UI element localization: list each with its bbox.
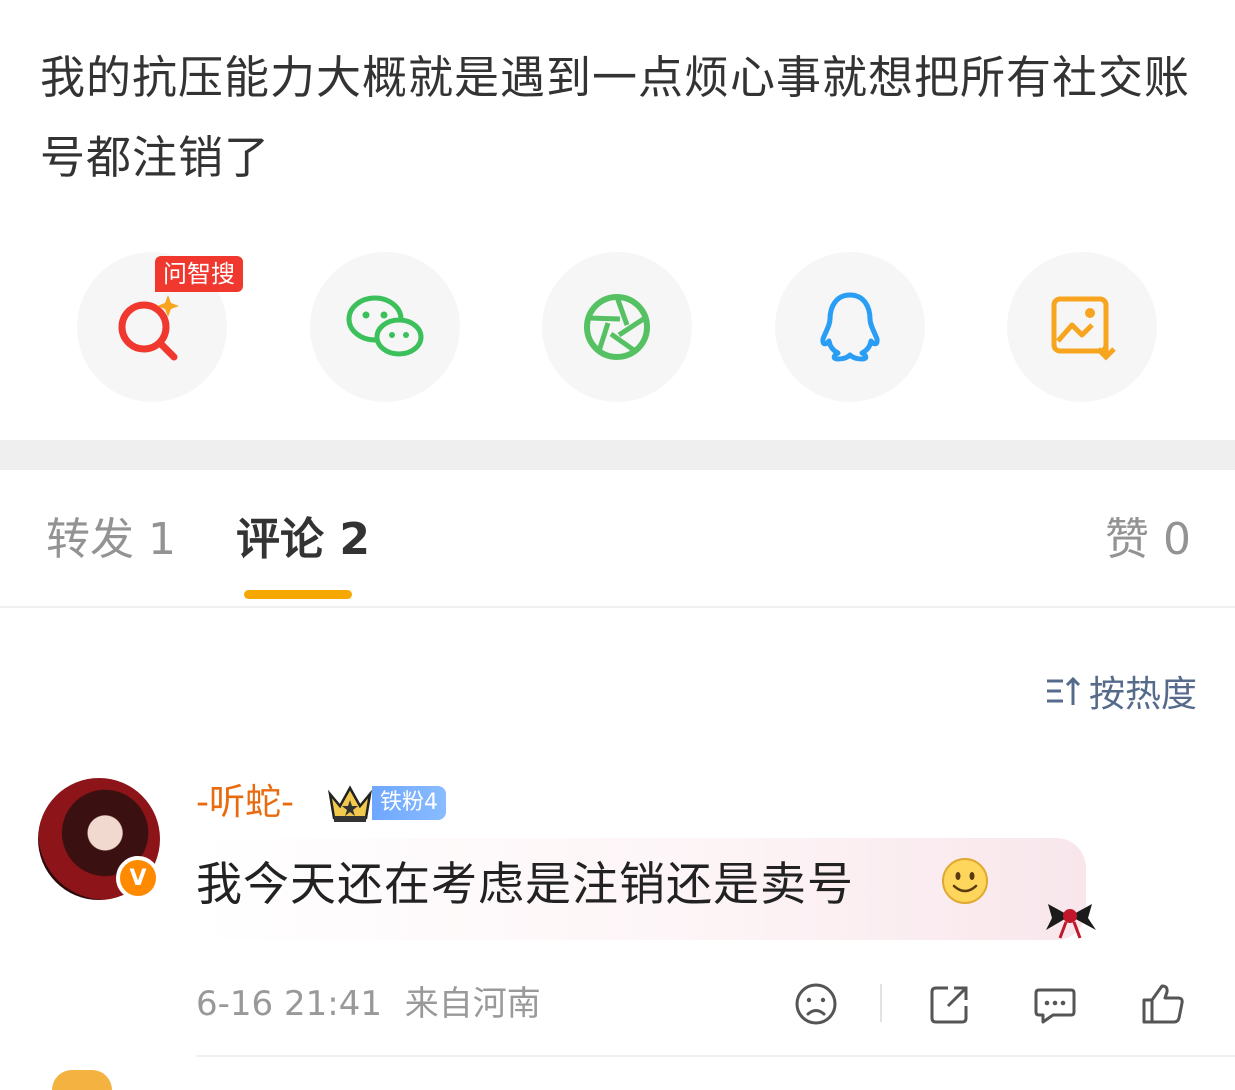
sort-label: 按热度	[1088, 674, 1197, 715]
comment-username[interactable]: -听蛇-	[196, 778, 294, 828]
ai-search-icon	[118, 295, 179, 361]
smile-emoji-icon	[942, 858, 988, 904]
save-image-icon	[1051, 296, 1116, 361]
like-thumb-icon[interactable]	[1138, 980, 1186, 1028]
share-moments-button[interactable]	[542, 252, 692, 402]
wechat-icon	[346, 295, 424, 357]
share-save-image-button[interactable]	[1007, 252, 1157, 402]
sort-button[interactable]: 按热度	[1043, 668, 1197, 715]
share-wechat-button[interactable]	[310, 252, 460, 402]
tab-comment[interactable]: 评论 2	[236, 510, 370, 570]
verified-badge: V	[116, 856, 160, 900]
ai-search-badge: 问智搜	[155, 256, 243, 292]
crown-icon	[328, 785, 372, 822]
dislike-face-icon[interactable]	[792, 980, 840, 1028]
section-divider	[0, 440, 1235, 470]
moments-icon	[584, 294, 650, 360]
post-text: 我的抗压能力大概就是遇到一点烦心事就想把所有社交账号都注销了	[40, 51, 1191, 184]
tab-bar: 转发 1 评论 2 赞 0	[0, 470, 1235, 608]
comment-actions	[0, 980, 1235, 1028]
bubble-decoration-bow-icon	[1046, 904, 1096, 939]
next-comment-avatar-peek	[52, 1070, 112, 1090]
comment-divider	[196, 1055, 1235, 1057]
tab-like[interactable]: 赞 0	[1105, 510, 1191, 570]
sort-icon	[1046, 676, 1081, 705]
qq-icon	[820, 292, 880, 362]
tab-repost[interactable]: 转发 1	[46, 510, 176, 570]
fan-level-badge: 铁粉4	[372, 786, 446, 820]
share-qq-button[interactable]	[775, 252, 925, 402]
share-icon[interactable]	[926, 980, 974, 1028]
comment-text: 我今天还在考虑是注销还是卖号	[196, 857, 854, 911]
action-separator	[880, 984, 882, 1022]
reply-comment-icon[interactable]	[1031, 980, 1079, 1028]
active-tab-indicator	[244, 590, 352, 599]
